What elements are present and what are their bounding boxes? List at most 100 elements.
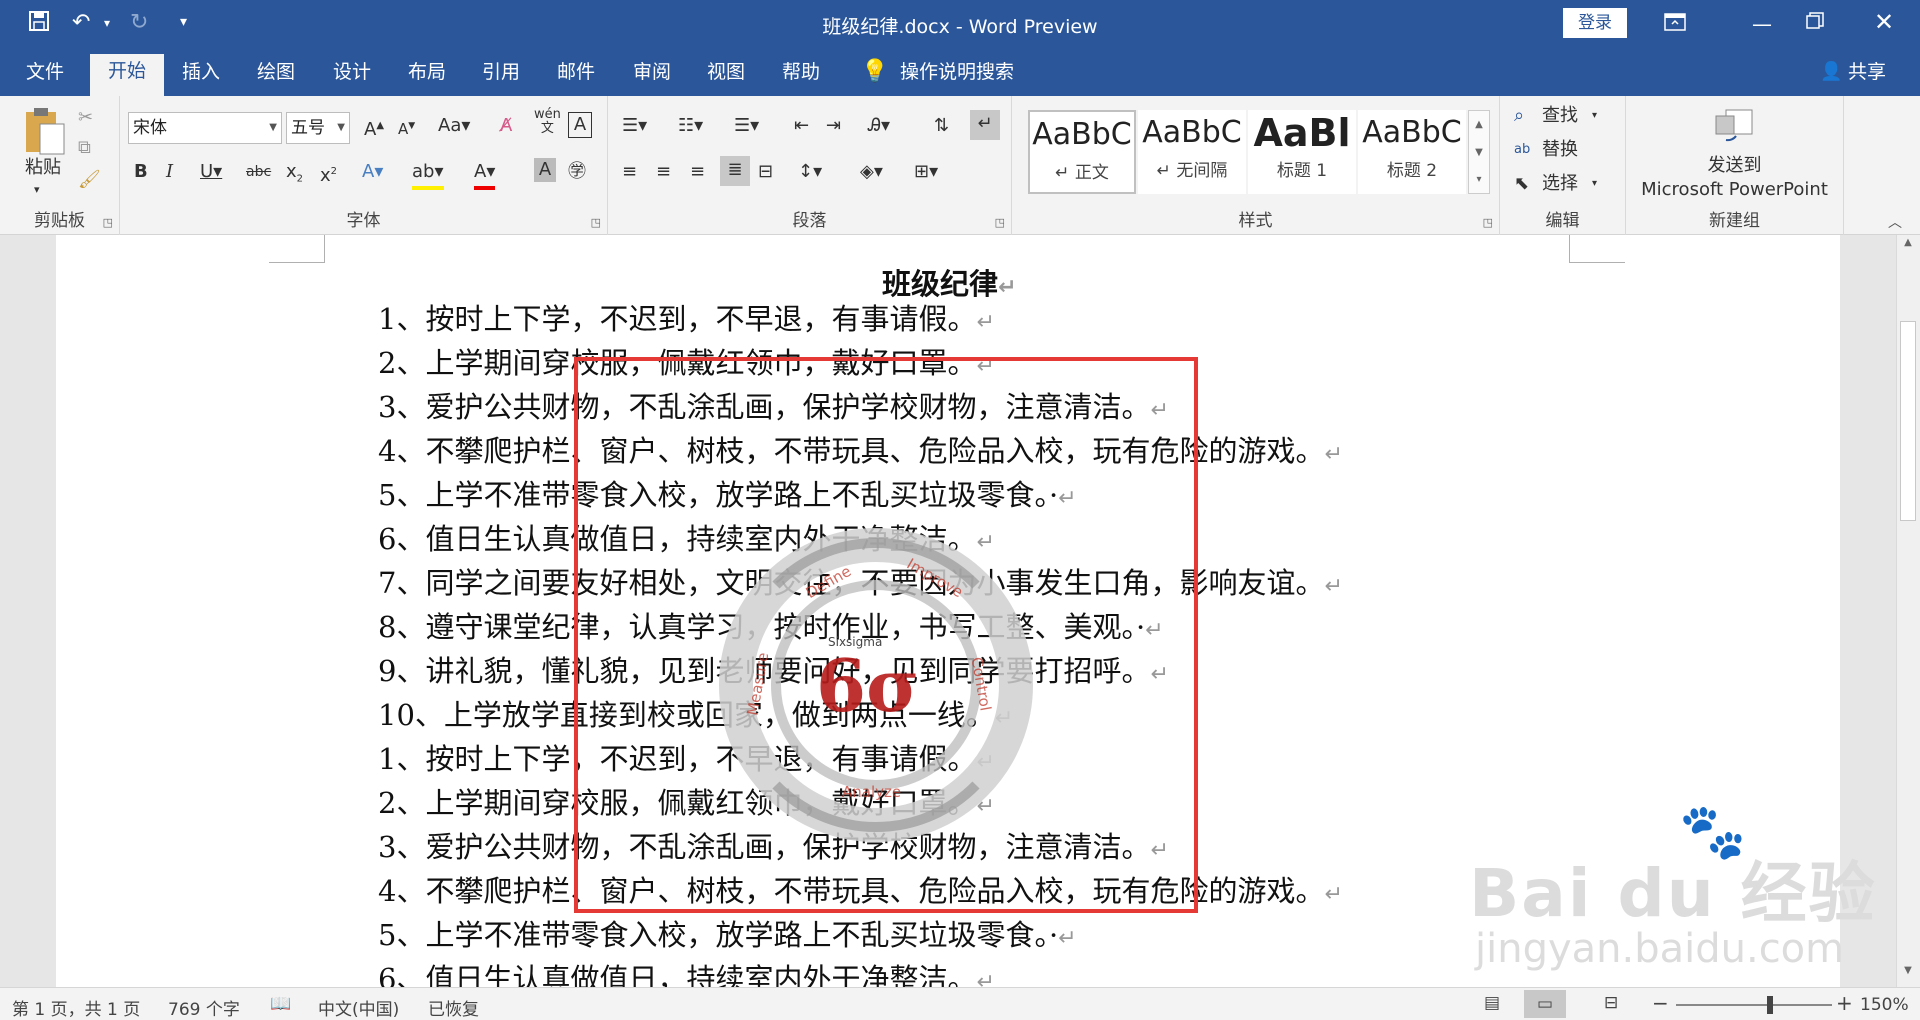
- send-to-powerpoint-button[interactable]: Microsoft PowerPoint: [1626, 176, 1843, 204]
- tab-insert[interactable]: 插入: [182, 58, 220, 96]
- align-right-icon[interactable]: ≡: [690, 158, 705, 186]
- highlight-icon[interactable]: ab▾: [412, 158, 444, 190]
- close-icon[interactable]: ✕: [1874, 8, 1894, 36]
- word-count[interactable]: 769 个字: [168, 995, 240, 1020]
- select-dropdown-icon[interactable]: ▾: [1592, 170, 1597, 198]
- zoom-out-icon[interactable]: −: [1652, 991, 1669, 1015]
- bold-icon[interactable]: B: [134, 158, 148, 186]
- font-name-combo[interactable]: 宋体 ▼: [128, 112, 282, 144]
- tab-file[interactable]: 文件: [26, 58, 64, 96]
- document-page[interactable]: 班级纪律↵ 1、按时上下学，不迟到，不早退，有事请假。↵ 2、上学期间穿校服，佩戴…: [56, 235, 1875, 987]
- align-center-icon[interactable]: ≡: [656, 158, 671, 186]
- clipboard-launcher-icon[interactable]: ◳: [103, 216, 113, 229]
- tab-home[interactable]: 开始: [90, 54, 165, 96]
- style-sample: AaBbC: [1142, 115, 1242, 150]
- chinese-layout-icon[interactable]: Ꭿ▾: [868, 112, 890, 140]
- zoom-slider-thumb[interactable]: [1766, 996, 1773, 1014]
- style-heading-1[interactable]: AaBl 标题 1: [1248, 110, 1356, 194]
- read-mode-icon[interactable]: ▤: [1484, 993, 1500, 1013]
- tab-help[interactable]: 帮助: [782, 58, 820, 96]
- vertical-scrollbar[interactable]: ▲ ▼: [1896, 235, 1920, 987]
- text-effects-icon[interactable]: A▾: [362, 158, 383, 186]
- ribbon-display-options-icon[interactable]: [1664, 12, 1686, 36]
- enclose-characters-icon[interactable]: ㊫: [568, 158, 586, 186]
- copy-icon[interactable]: ⧉: [78, 134, 91, 162]
- language[interactable]: 中文(中国): [318, 995, 399, 1020]
- distributed-icon[interactable]: ⊟: [758, 158, 773, 186]
- style-normal[interactable]: AaBbC ↵ 正文: [1028, 110, 1136, 194]
- select-button[interactable]: 选择: [1542, 170, 1578, 198]
- tab-mailings[interactable]: 邮件: [557, 58, 595, 96]
- justify-icon[interactable]: ≣: [720, 156, 750, 186]
- superscript-icon[interactable]: x2: [320, 158, 337, 190]
- paste-button[interactable]: 粘贴: [20, 154, 66, 182]
- character-shading-icon[interactable]: A: [534, 158, 556, 182]
- sort-icon[interactable]: ⇅: [934, 112, 949, 140]
- scroll-down-icon[interactable]: ▼: [1899, 965, 1917, 985]
- styles-scroll[interactable]: ▲ ▼ ▾: [1468, 110, 1490, 194]
- font-launcher-icon[interactable]: ◳: [591, 216, 601, 229]
- tab-references[interactable]: 引用: [482, 58, 520, 96]
- change-case-icon[interactable]: Aa▾: [438, 112, 470, 140]
- increase-indent-icon[interactable]: ⇥: [826, 112, 841, 140]
- document-line: 5、上学不准带零食入校，放学路上不乱买垃圾零食。·↵: [378, 913, 1077, 957]
- select-icon[interactable]: ⬉: [1514, 170, 1529, 198]
- share-button[interactable]: 共享: [1848, 58, 1886, 96]
- shrink-font-icon[interactable]: A▼: [398, 112, 415, 143]
- scroll-up-icon[interactable]: ▲: [1899, 237, 1917, 257]
- find-button[interactable]: 查找: [1542, 102, 1578, 130]
- tab-design[interactable]: 设计: [333, 58, 371, 96]
- subscript-icon[interactable]: x2: [286, 158, 303, 194]
- align-left-icon[interactable]: ≡: [622, 158, 637, 186]
- find-dropdown-icon[interactable]: ▾: [1592, 102, 1597, 130]
- multilevel-list-icon[interactable]: ☰▾: [734, 112, 759, 140]
- italic-icon[interactable]: I: [166, 158, 173, 186]
- replace-icon[interactable]: ab: [1514, 136, 1530, 164]
- login-button[interactable]: 登录: [1563, 8, 1627, 38]
- show-paragraph-marks-icon[interactable]: ↵: [970, 110, 1000, 140]
- scrollbar-thumb[interactable]: [1900, 321, 1916, 521]
- paragraph-launcher-icon[interactable]: ◳: [995, 216, 1005, 229]
- scroll-down-icon[interactable]: ▼: [1469, 139, 1489, 167]
- bullets-icon[interactable]: ☰▾: [622, 112, 647, 140]
- find-icon[interactable]: ⌕: [1514, 102, 1524, 130]
- style-heading-2[interactable]: AaBbC 标题 2: [1358, 110, 1466, 194]
- more-styles-icon[interactable]: ▾: [1469, 167, 1489, 193]
- powerpoint-icon[interactable]: [1714, 106, 1754, 146]
- zoom-in-icon[interactable]: +: [1836, 991, 1853, 1015]
- cut-icon[interactable]: ✂: [78, 104, 93, 132]
- paste-dropdown-icon[interactable]: ▾: [34, 176, 40, 204]
- underline-icon[interactable]: U▾: [200, 158, 222, 186]
- minimize-icon[interactable]: —: [1752, 12, 1772, 36]
- grow-font-icon[interactable]: A▲: [364, 112, 384, 144]
- page-count[interactable]: 第 1 页，共 1 页: [12, 995, 140, 1020]
- styles-launcher-icon[interactable]: ◳: [1483, 216, 1493, 229]
- zoom-slider[interactable]: [1676, 1004, 1832, 1006]
- proofing-icon[interactable]: 📖: [270, 994, 291, 1014]
- tab-review[interactable]: 审阅: [633, 58, 671, 96]
- collapse-ribbon-icon[interactable]: ︿: [1888, 212, 1902, 232]
- print-layout-icon[interactable]: ▭: [1524, 990, 1566, 1018]
- web-layout-icon[interactable]: ⊟: [1604, 993, 1618, 1013]
- line-spacing-icon[interactable]: ↕▾: [798, 158, 822, 186]
- tab-layout[interactable]: 布局: [408, 58, 446, 96]
- zoom-level[interactable]: 150%: [1860, 995, 1909, 1015]
- tab-view[interactable]: 视图: [707, 58, 745, 96]
- character-border-icon[interactable]: A: [568, 112, 592, 138]
- tab-draw[interactable]: 绘图: [257, 58, 295, 96]
- restore-icon[interactable]: [1806, 12, 1824, 34]
- phonetic-guide-icon[interactable]: wén 文: [534, 108, 561, 136]
- tell-me-search[interactable]: 操作说明搜索: [900, 58, 1014, 96]
- shading-icon[interactable]: ◈▾: [860, 158, 883, 186]
- scroll-up-icon[interactable]: ▲: [1469, 111, 1489, 139]
- decrease-indent-icon[interactable]: ⇤: [794, 112, 809, 140]
- clear-formatting-icon[interactable]: A̸: [500, 112, 512, 140]
- strikethrough-icon[interactable]: abc: [246, 158, 271, 186]
- style-no-spacing[interactable]: AaBbC ↵ 无间隔: [1138, 110, 1246, 194]
- replace-button[interactable]: 替换: [1542, 136, 1578, 164]
- numbering-icon[interactable]: ☷▾: [678, 112, 703, 140]
- font-color-icon[interactable]: A▾: [474, 158, 496, 190]
- format-painter-icon[interactable]: 🖌: [78, 166, 101, 194]
- borders-icon[interactable]: ⊞▾: [914, 158, 938, 186]
- font-size-combo[interactable]: 五号 ▼: [286, 112, 350, 144]
